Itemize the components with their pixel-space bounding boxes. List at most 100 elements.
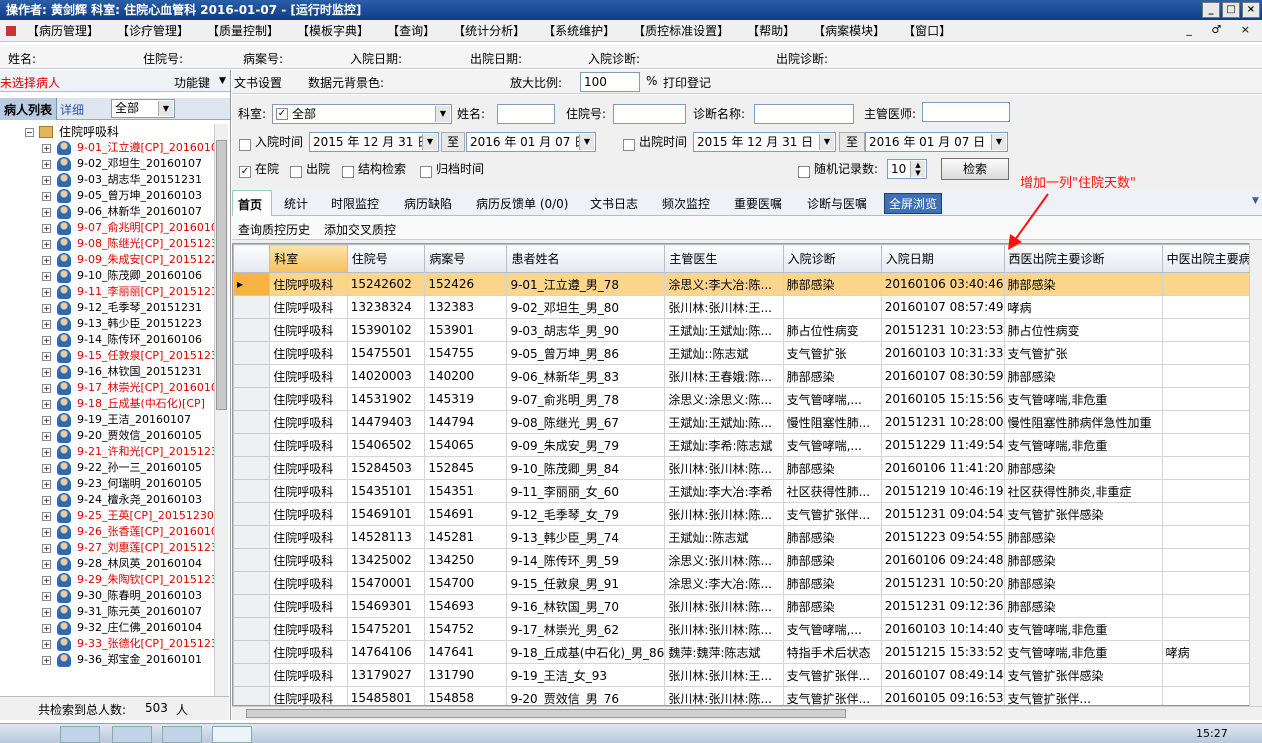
table-cell[interactable]: 支气管哮喘,非危重 xyxy=(1003,433,1163,457)
table-cell[interactable]: 13179027 xyxy=(346,663,426,687)
table-cell[interactable]: 20160105 09:16:53 xyxy=(880,686,1005,705)
close-button[interactable]: × xyxy=(1242,2,1260,18)
table-cell[interactable]: 140200 xyxy=(424,364,508,388)
col-case-no[interactable]: 病案号 xyxy=(424,244,508,273)
table-cell[interactable]: 154693 xyxy=(424,594,508,618)
grid-hscrollbar[interactable] xyxy=(232,706,1262,720)
table-cell[interactable]: 支气管扩张 xyxy=(1003,341,1163,365)
table-cell[interactable]: 20151231 10:28:00 xyxy=(880,410,1005,434)
tab-important-orders[interactable]: 重要医嘱 xyxy=(734,195,782,212)
menu-help[interactable]: 【帮助】 xyxy=(738,22,804,39)
table-cell[interactable]: 20160107 08:57:49 xyxy=(880,295,1005,319)
calendar-dropdown-icon[interactable]: ▼ xyxy=(991,134,1006,150)
table-cell[interactable]: 王斌灿:王斌灿:陈... xyxy=(664,318,784,342)
table-cell[interactable]: 9-10_陈茂卿_男_84 xyxy=(506,456,666,480)
menu-diag-mgmt[interactable]: 【诊疗管理】 xyxy=(108,22,198,39)
dept-select[interactable]: ✓ 全部 ▼ xyxy=(272,104,452,124)
expand-icon[interactable]: + xyxy=(42,464,51,473)
row-header[interactable] xyxy=(233,548,271,572)
table-cell[interactable] xyxy=(1161,272,1261,296)
table-cell[interactable]: 住院呼吸科 xyxy=(269,479,348,503)
table-cell[interactable]: 住院呼吸科 xyxy=(269,686,348,705)
tree-patient-item[interactable]: +9-16_林钦国_20151231 xyxy=(0,364,214,380)
expand-icon[interactable]: + xyxy=(42,416,51,425)
table-cell[interactable]: 张川林:张川林:王... xyxy=(664,295,784,319)
table-cell[interactable]: 肺部感染 xyxy=(1003,594,1163,618)
tree-patient-item[interactable]: +9-08_陈继光[CP]_2015123 xyxy=(0,236,214,252)
print-register-button[interactable]: 打印登记 xyxy=(663,74,711,91)
table-cell[interactable]: 9-14_陈传环_男_59 xyxy=(506,548,666,572)
table-cell[interactable]: 152845 xyxy=(424,456,508,480)
expand-icon[interactable]: + xyxy=(42,560,51,569)
menu-system[interactable]: 【系统维护】 xyxy=(534,22,624,39)
table-cell[interactable]: 145281 xyxy=(424,525,508,549)
tab-detail[interactable]: 详细 xyxy=(60,101,84,118)
table-cell[interactable]: 9-15_任敦泉_男_91 xyxy=(506,571,666,595)
tree-patient-item[interactable]: +9-31_陈元英_20160107 xyxy=(0,604,214,620)
table-cell[interactable]: 20160106 09:24:48 xyxy=(880,548,1005,572)
expand-icon[interactable]: + xyxy=(42,336,51,345)
in-hospital-checkbox[interactable]: ✓ xyxy=(239,166,251,178)
table-cell[interactable]: 住院呼吸科 xyxy=(269,387,348,411)
tree-patient-item[interactable]: +9-17_林崇光[CP]_2016010 xyxy=(0,380,214,396)
table-cell[interactable] xyxy=(1161,410,1261,434)
tab-statistics[interactable]: 统计 xyxy=(284,195,308,212)
table-cell[interactable]: 支气管扩张伴... xyxy=(1003,686,1163,705)
table-cell[interactable]: 153901 xyxy=(424,318,508,342)
table-row[interactable]: 住院呼吸科 14479403 144794 9-08_陈继光_男_67 王斌灿:王斌灿:… xyxy=(233,410,1261,434)
table-cell[interactable]: 15406502 xyxy=(346,433,426,457)
table-cell[interactable] xyxy=(1161,594,1261,618)
table-row[interactable]: 住院呼吸科 15475501 154755 9-05_曾万坤_男_86 王斌灿::陈志斌… xyxy=(233,341,1261,365)
table-cell[interactable]: 20151231 10:50:20 xyxy=(880,571,1005,595)
tree-patient-item[interactable]: +9-05_曾万坤_20160103 xyxy=(0,188,214,204)
tree-patient-item[interactable]: +9-12_毛季琴_20151231 xyxy=(0,300,214,316)
table-cell[interactable]: 20151215 15:33:52 xyxy=(880,640,1005,664)
table-row[interactable]: 住院呼吸科 14531902 145319 9-07_俞兆明_男_78 涂思义:涂思义:… xyxy=(233,387,1261,411)
table-cell[interactable]: 哮病 xyxy=(1003,295,1163,319)
tab-time-limit[interactable]: 时限监控 xyxy=(331,195,379,212)
table-cell[interactable]: 15475201 xyxy=(346,617,426,641)
tab-diag-orders[interactable]: 诊断与医嘱 xyxy=(807,195,867,212)
mdi-window-controls[interactable]: _ ♂ × xyxy=(1186,23,1258,36)
table-cell[interactable]: 张川林:张川林:王... xyxy=(664,663,784,687)
table-cell[interactable]: 134250 xyxy=(424,548,508,572)
expand-icon[interactable]: + xyxy=(42,288,51,297)
table-row[interactable]: 住院呼吸科 15435101 154351 9-11_李丽丽_女_60 王斌灿:李大冶:… xyxy=(233,479,1261,503)
table-row[interactable]: 住院呼吸科 14764106 147641 9-18_丘成基(中石化)_男_86 魏萍:… xyxy=(233,640,1261,664)
table-cell[interactable]: 20160103 10:31:33 xyxy=(880,341,1005,365)
table-cell[interactable]: 154755 xyxy=(424,341,508,365)
table-cell[interactable]: 9-19_王洁_女_93 xyxy=(506,663,666,687)
tree-patient-item[interactable]: +9-26_张香莲[CP]_2016010 xyxy=(0,524,214,540)
tree-scrollbar[interactable] xyxy=(214,124,228,696)
calendar-dropdown-icon[interactable]: ▼ xyxy=(579,134,594,150)
table-cell[interactable]: 9-08_陈继光_男_67 xyxy=(506,410,666,434)
grid-vscrollbar[interactable] xyxy=(1249,243,1262,706)
table-cell[interactable]: 住院呼吸科 xyxy=(269,410,348,434)
table-cell[interactable]: 张川林:张川林:陈... xyxy=(664,502,784,526)
table-cell[interactable]: 肺占位性病变 xyxy=(1003,318,1163,342)
table-cell[interactable]: 15242602 xyxy=(346,272,426,296)
grid-hscroll-thumb[interactable] xyxy=(246,709,846,718)
col-patient-name[interactable]: 患者姓名 xyxy=(506,244,666,273)
table-cell[interactable]: 14764106 xyxy=(346,640,426,664)
taskbar-app-4[interactable] xyxy=(212,726,252,743)
table-cell[interactable]: 15284503 xyxy=(346,456,426,480)
col-inpatient-no[interactable]: 住院号 xyxy=(346,244,426,273)
table-row[interactable]: 住院呼吸科 15485801 154858 9-20_贾效信_男_76 张川林:张川林:… xyxy=(233,686,1261,705)
expand-icon[interactable]: + xyxy=(42,480,51,489)
spinner-arrows-icon[interactable]: ▲ ▼ xyxy=(910,161,925,177)
table-row[interactable]: 住院呼吸科 15469301 154693 9-16_林钦国_男_70 张川林:张川林:… xyxy=(233,594,1261,618)
tab-feedback[interactable]: 病历反馈单 (0/0) xyxy=(476,195,569,212)
table-row[interactable]: 住院呼吸科 15406502 154065 9-09_朱成安_男_79 王斌灿:李希:陈… xyxy=(233,433,1261,457)
row-header[interactable] xyxy=(233,364,271,388)
expand-icon[interactable]: + xyxy=(42,608,51,617)
table-cell[interactable]: 社区获得性肺炎,非重症 xyxy=(1003,479,1163,503)
expand-icon[interactable]: + xyxy=(42,512,51,521)
expand-icon[interactable]: + xyxy=(42,400,51,409)
table-cell[interactable]: 9-16_林钦国_男_70 xyxy=(506,594,666,618)
table-cell[interactable]: 9-13_韩少臣_男_74 xyxy=(506,525,666,549)
name-input[interactable] xyxy=(497,104,555,124)
table-cell[interactable]: 肺部感染 xyxy=(782,456,882,480)
table-cell[interactable] xyxy=(1161,525,1261,549)
table-cell[interactable] xyxy=(1161,686,1261,705)
